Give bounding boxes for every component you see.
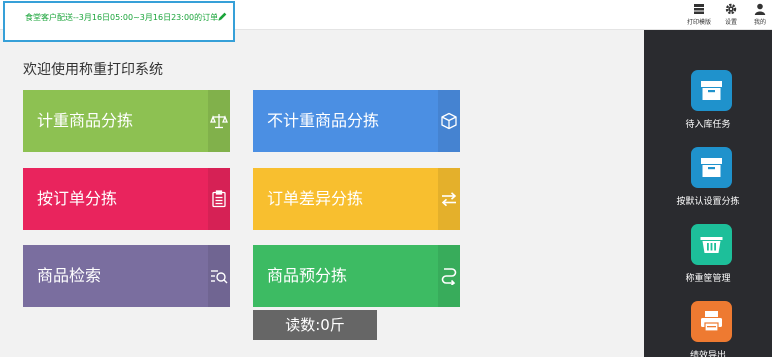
sidebar-item-label: 按默认设置分拣 [676,197,740,207]
sidebar-item-label: 待入库任务 [685,120,731,130]
tile-label: 计重商品分拣 [37,111,134,130]
tile-weighted-goods-sorting[interactable]: 计重商品分拣 [23,90,230,152]
gear-icon [725,3,737,15]
storage-box-icon [701,158,722,177]
tile-order-difference-sorting[interactable]: 订单差异分拣 [253,168,460,230]
storage-box-icon [701,81,722,100]
printer-icon [701,311,722,332]
pencil-icon[interactable] [217,11,228,22]
print-template-icon [694,4,704,14]
tile-label: 商品预分拣 [267,266,348,285]
tile-icon-strip [208,90,230,152]
my-account-label: 我的 [753,19,766,26]
tile-unweighted-goods-sorting[interactable]: 不计重商品分拣 [253,90,460,152]
tile-icon-strip [438,245,460,307]
tile-label: 按订单分拣 [37,189,118,208]
order-summary-text: 食堂客户配送--3月16日05:00~3月16日23:00的订单 [25,13,219,22]
tile-icon-strip [438,90,460,152]
tile-label: 商品检索 [37,266,102,285]
print-template-label: 打印模版 [686,19,711,26]
order-selector[interactable]: 食堂客户配送--3月16日05:00~3月16日23:00的订单 [3,1,235,42]
sidebar: 待入库任务 按默认设置分拣 称重筐管理 绩效导出 [644,30,772,357]
print-template-button[interactable]: 打印模版 [682,3,716,27]
sidebar-icon-tile [691,70,732,111]
balance-scale-icon [210,114,228,129]
tile-icon-strip [208,245,230,307]
user-icon [754,3,766,15]
tile-icon-strip [208,168,230,230]
clipboard-icon [212,190,226,208]
sidebar-item-weighing-basket-management[interactable]: 称重筐管理 [644,224,772,294]
sidebar-icon-tile [691,147,732,188]
sidebar-item-label: 称重筐管理 [685,274,731,284]
sidebar-icon-tile [691,224,732,265]
sidebar-item-pending-storage-tasks[interactable]: 待入库任务 [644,70,772,140]
sidebar-item-sort-by-default-settings[interactable]: 按默认设置分拣 [644,147,772,217]
list-search-icon [211,270,228,284]
tile-label: 不计重商品分拣 [267,111,380,130]
tile-icon-strip [438,168,460,230]
tile-goods-pre-sorting[interactable]: 商品预分拣 [253,245,460,307]
sidebar-item-performance-export[interactable]: 绩效导出 [644,301,772,357]
cube-icon [441,112,457,130]
tile-sort-by-order[interactable]: 按订单分拣 [23,168,230,230]
scale-reading: 读数:0斤 [253,310,377,340]
my-account-button[interactable]: 我的 [743,3,772,27]
route-icon [441,268,457,285]
basket-icon [700,237,723,253]
welcome-title: 欢迎使用称重打印系统 [23,62,163,78]
sidebar-icon-tile [691,301,732,342]
swap-arrows-icon [441,192,457,207]
tile-goods-search[interactable]: 商品检索 [23,245,230,307]
tile-label: 订单差异分拣 [267,189,364,208]
sidebar-item-label: 绩效导出 [689,351,726,357]
